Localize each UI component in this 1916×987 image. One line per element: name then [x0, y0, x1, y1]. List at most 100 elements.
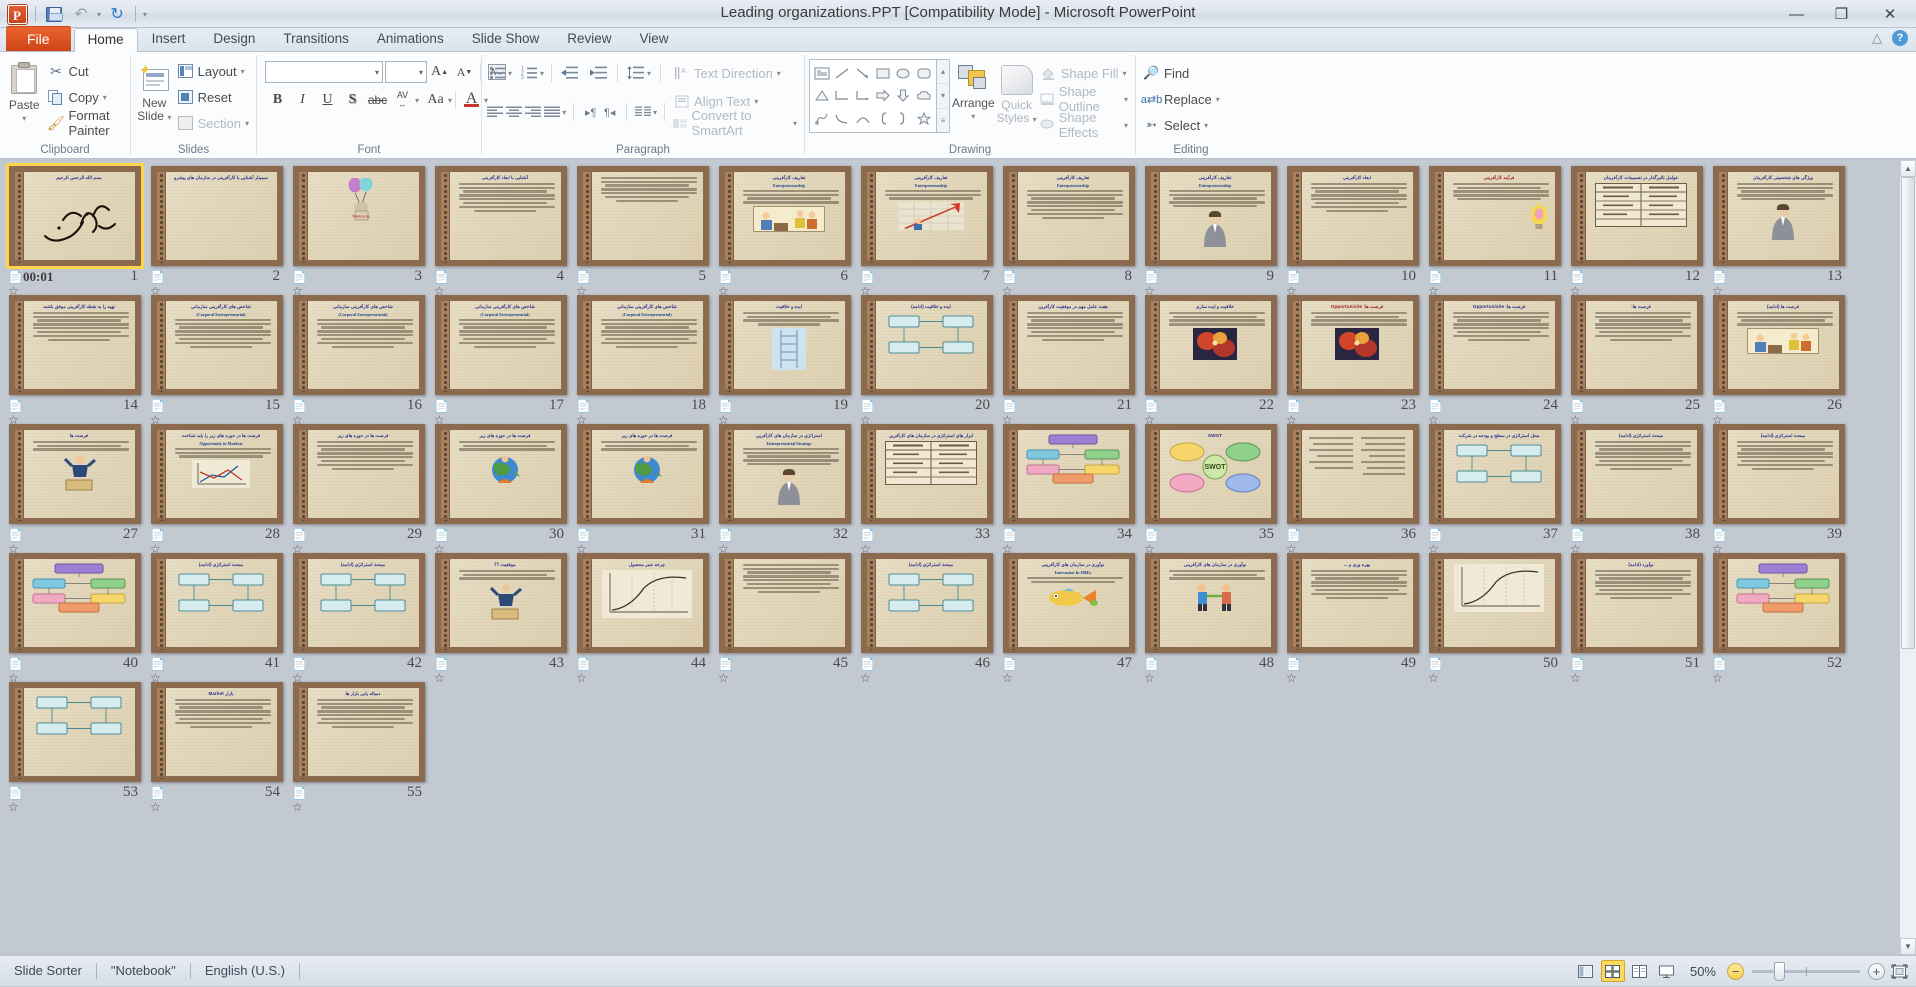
left-brace-icon[interactable] [873, 107, 893, 130]
transition-star-icon[interactable]: 📄☆ [1428, 657, 1444, 671]
slide-thumbnail[interactable]: Welcome! [293, 166, 425, 266]
transition-star-icon[interactable]: 📄☆ [292, 270, 308, 284]
slide-thumbnail[interactable]: چرخه عمر محصول [577, 553, 709, 653]
transition-star-icon[interactable]: 📄☆ [1144, 399, 1160, 413]
zoom-slider-thumb[interactable] [1774, 962, 1785, 981]
slide-thumbnail[interactable]: مبحث استراتژی (ادامه) [151, 553, 283, 653]
decrease-font-size-button[interactable]: A▼ [452, 60, 477, 84]
transition-star-icon[interactable]: 📄☆ [860, 270, 876, 284]
slide-thumbnail-cell[interactable]: فرصت ها: Opportunisite📄☆23 [1282, 293, 1424, 422]
slide-thumbnail-cell[interactable]: تهیه را به نقطه کارآفرینی موفق باشند📄☆14 [4, 293, 146, 422]
arrange-caret-icon[interactable]: ▾ [971, 110, 975, 123]
numbering-caret-icon[interactable]: ▾ [540, 69, 544, 78]
close-button[interactable]: ✕ [1864, 0, 1916, 28]
slide-thumbnail-cell[interactable]: 📄☆53 [4, 680, 146, 809]
replace-button[interactable]: a⇄b Replace ▾ [1140, 86, 1223, 112]
slide-thumbnail[interactable]: شاخص های کارآفرینی سازمانی(Carporal Entr… [577, 295, 709, 395]
slide-thumbnail-cell[interactable]: تعاریف کارآفرینیEntrepreneurship📄☆8 [998, 164, 1140, 293]
slide-thumbnail-cell[interactable]: شاخص های کارآفرینی سازمانی(Carporal Entr… [430, 293, 572, 422]
shapes-scroll-more[interactable]: ≡ [937, 109, 949, 132]
tab-home[interactable]: Home [74, 28, 138, 52]
slide-thumbnail-cell[interactable]: سمینار آشنایی با کارآفرینی در سازمان های… [146, 164, 288, 293]
slide-thumbnail-cell[interactable]: 📄☆36 [1282, 422, 1424, 551]
line-spacing-icon[interactable] [625, 62, 647, 84]
slide-thumbnail-cell[interactable]: فرصت ها (ادامه)📄☆26 [1708, 293, 1850, 422]
slide-thumbnail-cell[interactable]: آشنایی با ابعاد کارآفرینی📄☆4 [430, 164, 572, 293]
transition-star-icon[interactable]: 📄☆ [718, 657, 734, 671]
transition-star-icon[interactable]: 📄☆ [150, 270, 166, 284]
slide-thumbnail[interactable]: دمباله یابی بازار ها [293, 682, 425, 782]
strikethrough-button[interactable]: abc [365, 88, 390, 112]
tab-insert[interactable]: Insert [138, 27, 200, 51]
text-direction-caret-icon[interactable]: ▾ [777, 69, 781, 78]
align-text-caret-icon[interactable]: ▾ [754, 97, 758, 106]
slide-thumbnail[interactable]: هفت عامل مهم در موفقیت کارآفرین [1003, 295, 1135, 395]
character-spacing-caret-icon[interactable]: ▾ [415, 96, 419, 105]
transition-star-icon[interactable]: 📄☆ [434, 399, 450, 413]
font-name-combobox[interactable]: ▾ [265, 61, 383, 83]
slide-thumbnail[interactable]: فرصت ها در حوزه های زیر را باید شناختOpp… [151, 424, 283, 524]
paste-button[interactable]: Paste ▾ [4, 58, 44, 125]
cut-button[interactable]: ✂ Cut [44, 58, 126, 84]
slide-thumbnail-cell[interactable]: 📄☆45 [714, 551, 856, 680]
slide-thumbnail[interactable]: ایده و خلاقیت [719, 295, 851, 395]
slide-thumbnail-cell[interactable]: خلاقیت و ایده سازی📄☆22 [1140, 293, 1282, 422]
slide-thumbnail[interactable]: تهیه را به نقطه کارآفرینی موفق باشند [9, 295, 141, 395]
transition-star-icon[interactable]: 📄☆ [8, 399, 24, 413]
slide-thumbnail-cell[interactable]: نوآوری در سازمان های کارآفرینیInovvasion… [998, 551, 1140, 680]
transition-star-icon[interactable]: 📄☆ [860, 528, 876, 542]
minimize-ribbon-icon[interactable]: △ [1872, 30, 1882, 46]
transition-star-icon[interactable]: 📄☆ [1570, 528, 1586, 542]
slide-thumbnail[interactable]: فرصت ها در حوزه های زیر [435, 424, 567, 524]
slide-thumbnail[interactable]: عوامل تأثیرگذار در تصمیمات کارآفرینان [1571, 166, 1703, 266]
transition-star-icon[interactable]: 📄☆ [1712, 528, 1728, 542]
slide-thumbnail-cell[interactable]: استراتژی در سازمان های کارآفرینEntrepren… [714, 422, 856, 551]
slide-thumbnail-cell[interactable]: 📄☆40 [4, 551, 146, 680]
fit-slide-to-window-icon[interactable] [1888, 961, 1910, 981]
tab-design[interactable]: Design [199, 27, 269, 51]
rectangle-icon[interactable] [873, 62, 893, 85]
shape-outline-button[interactable]: Shape Outline ▾ [1037, 86, 1131, 112]
slide-thumbnail-cell[interactable]: موفقیت ؟؟📄☆43 [430, 551, 572, 680]
slide-thumbnail[interactable]: مبحث استراتژی (ادامه) [1571, 424, 1703, 524]
star-icon[interactable] [914, 107, 934, 130]
font-name-caret-icon[interactable]: ▾ [375, 68, 379, 77]
oval-icon[interactable] [893, 62, 913, 85]
slide-thumbnail-cell[interactable]: تعاریف کارآفرینیEntrepreneurship📄☆7 [856, 164, 998, 293]
font-size-caret-icon[interactable]: ▾ [419, 68, 423, 77]
shapes-scroll-down[interactable]: ▾ [937, 84, 949, 108]
slide-thumbnail-cell[interactable]: فرصت ها در حوزه های زیر📄☆29 [288, 422, 430, 551]
slide-thumbnail-cell[interactable]: بازار Market📄☆54 [146, 680, 288, 809]
zoom-out-button[interactable]: − [1727, 963, 1744, 980]
slide-thumbnail[interactable] [1003, 424, 1135, 524]
shape-fill-caret-icon[interactable]: ▾ [1123, 69, 1127, 78]
slide-thumbnail-cell[interactable]: چرخه عمر محصول📄☆44 [572, 551, 714, 680]
slide-thumbnail-cell[interactable]: مبحث استراتژی (ادامه)📄☆41 [146, 551, 288, 680]
elbow-connector-icon[interactable] [832, 85, 852, 108]
down-arrow-icon[interactable] [893, 85, 913, 108]
align-left-icon[interactable] [486, 101, 505, 123]
slide-thumbnail[interactable] [9, 682, 141, 782]
paste-caret-icon[interactable]: ▾ [22, 112, 26, 125]
transition-star-icon[interactable]: 📄☆ [576, 528, 592, 542]
slide-thumbnail[interactable]: بهره وری و ... [1287, 553, 1419, 653]
copy-caret-icon[interactable]: ▾ [103, 93, 107, 102]
transition-star-icon[interactable]: 📄☆ [292, 528, 308, 542]
transition-star-icon[interactable]: 📄☆ [8, 270, 24, 284]
transition-star-icon[interactable]: 📄☆ [718, 528, 734, 542]
transition-star-icon[interactable]: 📄☆ [292, 399, 308, 413]
restore-button[interactable]: ❐ [1819, 0, 1864, 28]
transition-star-icon[interactable]: 📄☆ [1002, 270, 1018, 284]
copy-button[interactable]: Copy ▾ [44, 84, 126, 110]
zoom-slider-track[interactable] [1752, 970, 1860, 973]
slide-thumbnail[interactable]: ابزار های استراتژی در سازمان های کارآفری… [861, 424, 993, 524]
slide-thumbnail-cell[interactable]: بسم الله الرحمن الرحیم📄☆00:011 [4, 164, 146, 293]
slide-thumbnail-cell[interactable]: ویژگی های شخصیتی کارآفرینان📄☆13 [1708, 164, 1850, 293]
transition-star-icon[interactable]: 📄☆ [1712, 399, 1728, 413]
layout-caret-icon[interactable]: ▾ [241, 67, 245, 76]
section-button[interactable]: Section ▾ [174, 110, 252, 136]
transition-star-icon[interactable]: 📄☆ [1428, 399, 1444, 413]
scrollbar-track[interactable] [1900, 177, 1916, 938]
decrease-indent-icon[interactable] [559, 62, 581, 84]
numbering-icon[interactable]: 123 [518, 62, 540, 84]
